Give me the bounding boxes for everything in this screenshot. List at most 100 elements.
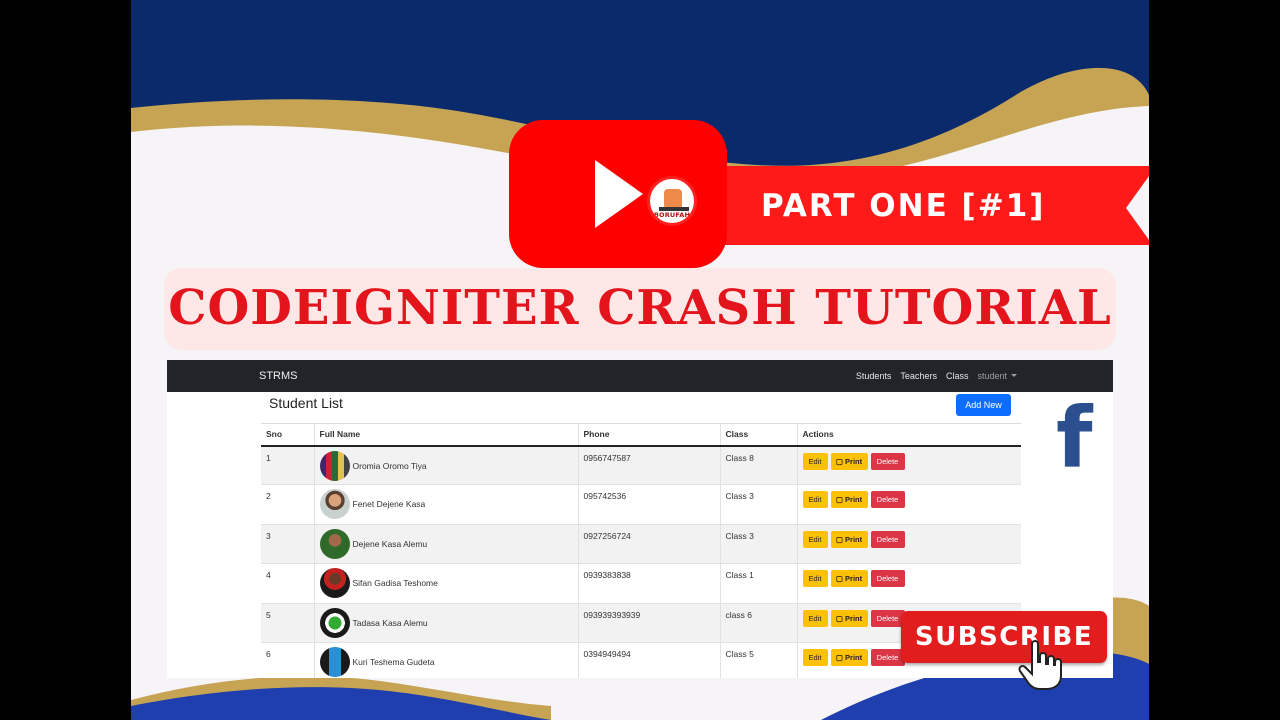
name-wrapper: Tadasa Kasa Alemu bbox=[319, 607, 573, 638]
thumbnail: PART ONE [#1] BORUFAH CODEIGNITER CRASH … bbox=[131, 0, 1149, 720]
cell-class: Class 8 bbox=[719, 444, 797, 485]
cell-full-name: Dejene Kasa Alemu bbox=[313, 523, 578, 564]
hand-cursor-icon bbox=[1018, 640, 1062, 690]
cell-class: Class 5 bbox=[719, 641, 797, 678]
cell-full-name: Tadasa Kasa Alemu bbox=[313, 602, 578, 643]
cell-sno: 4 bbox=[261, 563, 314, 604]
table-row: 3 Dejene Kasa Alemu 0927256724 Class 3 Edit ▢… bbox=[261, 523, 1021, 564]
col-class: Class bbox=[719, 423, 797, 447]
edit-button[interactable]: Edit bbox=[802, 452, 828, 470]
delete-button[interactable]: Delete bbox=[870, 491, 905, 509]
cell-class: Class 1 bbox=[719, 563, 797, 604]
edit-button[interactable]: Edit bbox=[802, 648, 828, 666]
cell-phone: 0939383838 bbox=[577, 563, 720, 604]
brand-link[interactable]: STRMS bbox=[259, 360, 298, 392]
cell-class: Class 3 bbox=[719, 523, 797, 564]
cell-phone: 0927256724 bbox=[577, 523, 720, 564]
cell-phone: 095742536 bbox=[577, 484, 720, 525]
name-wrapper: Oromia Oromo Tiya bbox=[319, 450, 573, 481]
action-buttons: Edit ▢ Print Delete bbox=[802, 530, 1017, 548]
avatar bbox=[319, 646, 350, 677]
cell-phone: 0394949494 bbox=[577, 641, 720, 678]
action-buttons: Edit ▢ Print Delete bbox=[802, 491, 1017, 509]
cell-sno: 3 bbox=[261, 523, 314, 564]
cell-class: Class 3 bbox=[719, 484, 797, 525]
edit-button[interactable]: Edit bbox=[802, 609, 828, 627]
col-phone: Phone bbox=[577, 423, 720, 447]
add-new-button[interactable]: Add New bbox=[956, 394, 1011, 416]
student-name: Oromia Oromo Tiya bbox=[352, 460, 427, 471]
facebook-icon[interactable]: f bbox=[1056, 396, 1096, 480]
print-button[interactable]: ▢ Print bbox=[830, 452, 868, 470]
cell-full-name: Fenet Dejene Kasa bbox=[313, 484, 578, 525]
name-wrapper: Fenet Dejene Kasa bbox=[319, 489, 573, 520]
user-dropdown[interactable]: student bbox=[977, 371, 1017, 381]
title-banner: CODEIGNITER CRASH TUTORIAL bbox=[164, 268, 1116, 350]
cell-full-name: Oromia Oromo Tiya bbox=[313, 444, 578, 485]
print-button[interactable]: ▢ Print bbox=[830, 570, 868, 588]
avatar bbox=[319, 568, 350, 599]
user-name: student bbox=[977, 371, 1007, 381]
student-name: Sifan Gadisa Teshome bbox=[352, 578, 438, 589]
nav-teachers[interactable]: Teachers bbox=[900, 371, 937, 381]
cell-phone: 093939393939 bbox=[577, 602, 720, 643]
table-row: 2 Fenet Dejene Kasa 095742536 Class 3 Edit ▢ … bbox=[261, 484, 1021, 525]
avatar bbox=[319, 450, 350, 481]
cell-actions: Edit ▢ Print Delete bbox=[796, 484, 1021, 525]
cell-phone: 0956747587 bbox=[577, 444, 720, 485]
channel-name: BORUFAH bbox=[653, 211, 691, 219]
student-name: Kuri Teshema Gudeta bbox=[352, 656, 435, 667]
delete-button[interactable]: Delete bbox=[870, 609, 905, 627]
cell-sno: 1 bbox=[261, 444, 314, 485]
play-icon bbox=[595, 160, 643, 228]
edit-button[interactable]: Edit bbox=[802, 491, 828, 509]
cell-class: class 6 bbox=[719, 602, 797, 643]
subscribe-label: SUBSCRIBE bbox=[914, 622, 1094, 652]
action-buttons: Edit ▢ Print Delete bbox=[802, 570, 1017, 588]
subscribe-button[interactable]: SUBSCRIBE bbox=[901, 611, 1107, 663]
person-icon bbox=[664, 189, 682, 209]
nav-links: Students Teachers Class student bbox=[856, 360, 1017, 392]
edit-button[interactable]: Edit bbox=[802, 570, 828, 588]
delete-button[interactable]: Delete bbox=[870, 648, 905, 666]
name-wrapper: Sifan Gadisa Teshome bbox=[319, 568, 573, 599]
action-buttons: Edit ▢ Print Delete bbox=[802, 452, 1017, 470]
edit-button[interactable]: Edit bbox=[802, 530, 828, 548]
delete-button[interactable]: Delete bbox=[870, 452, 905, 470]
col-full-name: Full Name bbox=[313, 423, 578, 447]
table-row: 1 Oromia Oromo Tiya 0956747587 Class 8 Edit ▢… bbox=[261, 444, 1021, 485]
chevron-down-icon bbox=[1011, 374, 1017, 377]
page-title: Student List bbox=[269, 395, 343, 411]
avatar bbox=[319, 489, 350, 520]
delete-button[interactable]: Delete bbox=[870, 530, 905, 548]
name-wrapper: Kuri Teshema Gudeta bbox=[319, 646, 573, 677]
video-title: CODEIGNITER CRASH TUTORIAL bbox=[168, 280, 1112, 336]
student-name: Fenet Dejene Kasa bbox=[352, 499, 426, 510]
col-sno: Sno bbox=[261, 423, 314, 447]
print-button[interactable]: ▢ Print bbox=[830, 648, 868, 666]
cell-actions: Edit ▢ Print Delete bbox=[796, 563, 1021, 604]
student-name: Dejene Kasa Alemu bbox=[352, 538, 428, 549]
nav-class[interactable]: Class bbox=[946, 371, 969, 381]
channel-logo: BORUFAH bbox=[647, 176, 697, 226]
navbar: STRMS Students Teachers Class student bbox=[167, 360, 1113, 392]
nav-students[interactable]: Students bbox=[856, 371, 892, 381]
print-button[interactable]: ▢ Print bbox=[830, 530, 868, 548]
youtube-logo: BORUFAH bbox=[509, 120, 727, 268]
cell-sno: 6 bbox=[261, 641, 314, 678]
cell-actions: Edit ▢ Print Delete bbox=[796, 523, 1021, 564]
cell-full-name: Kuri Teshema Gudeta bbox=[313, 641, 578, 678]
cell-sno: 5 bbox=[261, 602, 314, 643]
cell-full-name: Sifan Gadisa Teshome bbox=[313, 563, 578, 604]
cell-actions: Edit ▢ Print Delete bbox=[796, 444, 1021, 485]
avatar bbox=[319, 607, 350, 638]
print-button[interactable]: ▢ Print bbox=[830, 609, 868, 627]
table-header-row: Sno Full Name Phone Class Actions bbox=[261, 423, 1021, 447]
table-row: 4 Sifan Gadisa Teshome 0939383838 Class 1 Ed… bbox=[261, 563, 1021, 604]
print-button[interactable]: ▢ Print bbox=[830, 491, 868, 509]
delete-button[interactable]: Delete bbox=[870, 570, 905, 588]
part-label: PART ONE [#1] bbox=[761, 188, 1046, 224]
avatar bbox=[319, 528, 350, 559]
cell-sno: 2 bbox=[261, 484, 314, 525]
name-wrapper: Dejene Kasa Alemu bbox=[319, 528, 573, 559]
